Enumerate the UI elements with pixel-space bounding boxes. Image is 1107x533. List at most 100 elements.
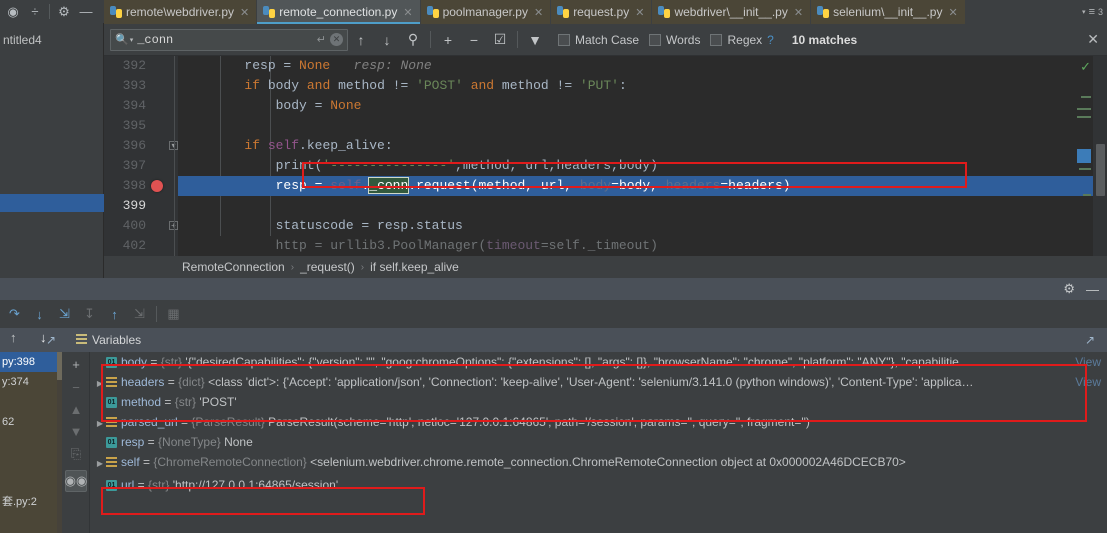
code-editor[interactable]: 392 393 394 395 396 397 398 399 400 401 … (104, 56, 1107, 256)
editor-tab-3[interactable]: request.py ✕ (551, 0, 653, 24)
frame-item-0[interactable]: py:398 (0, 352, 62, 372)
add-selection-icon[interactable]: + (435, 28, 461, 52)
variable-row-url[interactable]: 01 url = {str} 'http://127.0.0.1:64865/se… (90, 472, 1107, 494)
force-step-into-icon[interactable]: ⇲ (52, 302, 77, 326)
chevron-down-icon[interactable]: ▾ (130, 36, 134, 44)
occurrence-marker (1079, 168, 1091, 170)
editor-tab-5[interactable]: selenium\__init__.py ✕ (811, 0, 966, 24)
settings-gear-icon[interactable]: ⚙ (53, 1, 75, 22)
search-input[interactable] (137, 32, 313, 47)
breadcrumb-item-1[interactable]: _request() (300, 260, 355, 274)
close-icon[interactable]: ✕ (240, 6, 249, 19)
breadcrumb[interactable]: RemoteConnection › _request() › if self.… (104, 256, 1107, 278)
editor-scrollbar-bottom[interactable] (1093, 236, 1107, 256)
stack-up-icon[interactable]: ↑ (10, 330, 17, 345)
close-findbar-icon[interactable]: ✕ (1087, 31, 1099, 48)
stack-down-icon[interactable]: ↓ (40, 330, 47, 345)
debug-tabs-row: ↗ Variables ↗ (0, 328, 1107, 352)
next-match-icon[interactable]: ↓ (374, 28, 400, 52)
minimize-icon[interactable]: — (75, 1, 97, 22)
select-all-lines-icon[interactable]: ☑ (487, 28, 513, 52)
add-watch-icon[interactable]: + (62, 352, 90, 376)
remove-watch-icon[interactable]: − (62, 376, 90, 398)
frame-item-3[interactable]: 62 (0, 412, 62, 432)
frame-item-6[interactable] (0, 472, 62, 492)
remove-selection-icon[interactable]: − (461, 28, 487, 52)
view-link[interactable]: View (1075, 372, 1101, 392)
code-text-area[interactable]: resp = None resp: None if body and metho… (178, 56, 1107, 256)
frame-item-1[interactable]: y:374 (0, 372, 62, 392)
frame-item-5[interactable] (0, 452, 62, 472)
variable-row-parsed-url[interactable]: ▶ parsed_url = {ParseResult} ParseResult(… (90, 412, 1107, 432)
minimize-icon[interactable]: — (1086, 282, 1099, 297)
close-icon[interactable]: ✕ (794, 6, 803, 19)
variable-row-body[interactable]: 01 body = {str} '{"desiredCapabilities": … (90, 352, 1107, 372)
help-icon[interactable]: ? (767, 33, 774, 47)
expander-icon[interactable]: ▶ (94, 454, 106, 472)
line-number: 392 (122, 58, 146, 73)
show-variables-icon[interactable]: ▦ (161, 302, 186, 326)
close-icon[interactable]: ✕ (948, 6, 957, 19)
variable-row-self[interactable]: ▶ self = {ChromeRemoteConnection} <seleni… (90, 452, 1107, 472)
editor-tab-0[interactable]: remote\webdriver.py ✕ (104, 0, 258, 24)
close-icon[interactable]: ✕ (534, 6, 543, 19)
toolbar-divider (49, 4, 50, 19)
tab-variables[interactable]: Variables (68, 328, 149, 352)
tab-list-icon[interactable]: ≡ (1089, 6, 1095, 18)
words-checkbox[interactable]: Words (649, 33, 700, 47)
move-down-icon[interactable]: ▼ (62, 420, 90, 442)
clear-icon[interactable]: ✕ (330, 33, 343, 46)
frame-item-2[interactable] (0, 392, 62, 412)
pin-icon[interactable]: ↗ (46, 333, 56, 347)
editor-gutter[interactable]: 392 393 394 395 396 397 398 399 400 401 … (104, 56, 178, 256)
pin-icon-right[interactable]: ↗ (1085, 333, 1095, 347)
variables-tree[interactable]: 01 body = {str} '{"desiredCapabilities": … (90, 352, 1107, 533)
copy-icon[interactable]: ⎘ (62, 442, 90, 466)
close-icon[interactable]: ✕ (635, 6, 644, 19)
evaluate-expression-icon[interactable]: ⇲ (127, 302, 152, 326)
breakpoint-marker[interactable] (151, 180, 163, 192)
chevron-down-icon[interactable]: ▾ (1082, 8, 1086, 16)
line-number: 393 (122, 78, 146, 93)
editor-tab-2[interactable]: poolmanager.py ✕ (420, 0, 552, 24)
step-out-icon[interactable]: ↧ (77, 302, 102, 326)
breadcrumb-item-0[interactable]: RemoteConnection (182, 260, 285, 274)
variable-row-resp[interactable]: 01 resp = {NoneType} None (90, 432, 1107, 452)
frame-item-4[interactable] (0, 432, 62, 452)
expander-icon[interactable]: ▶ (94, 414, 106, 432)
breadcrumb-item-2[interactable]: if self.keep_alive (370, 260, 459, 274)
editor-tab-1[interactable]: remote_connection.py ✕ (257, 0, 421, 24)
step-over-icon[interactable]: ↷ (2, 302, 27, 326)
regex-checkbox[interactable]: Regex (710, 33, 762, 47)
structure-icon[interactable]: ◉ (2, 1, 24, 22)
editor-tab-label: remote_connection.py (279, 5, 398, 19)
code-line-398: resp = self._conn.request(method, url, b… (178, 176, 1107, 196)
settings-gear-icon[interactable]: ⚙ (1063, 281, 1075, 297)
string-var-icon: 01 (106, 437, 117, 449)
filter-icon[interactable]: ▼ (522, 28, 548, 52)
editor-tab-4[interactable]: webdriver\__init__.py ✕ (652, 0, 812, 24)
frame-item-7[interactable]: 套.py:2 (0, 492, 62, 512)
step-into-icon[interactable]: ↓ (27, 302, 52, 326)
expander-icon[interactable]: ▶ (94, 374, 106, 392)
search-field-container[interactable]: 🔍 ▾ ↵ ✕ (110, 28, 348, 51)
binoculars-icon[interactable]: ◉◉ (65, 470, 87, 492)
balance-icon[interactable]: ÷ (24, 1, 46, 22)
move-up-icon[interactable]: ▲ (62, 398, 90, 420)
python-file-icon (658, 6, 671, 18)
prev-match-icon[interactable]: ↑ (348, 28, 374, 52)
select-all-occurrences-icon[interactable]: ⚲ (400, 28, 426, 52)
gutter-divider (174, 56, 175, 256)
variable-row-method[interactable]: 01 method = {str} 'POST' (90, 392, 1107, 412)
view-link[interactable]: View (1075, 352, 1101, 372)
close-icon[interactable]: ✕ (403, 6, 412, 19)
frames-list[interactable]: py:398 y:374 62 套.py:2 (0, 352, 62, 533)
tab-overflow-group[interactable]: ▾ ≡ 3 (1082, 1, 1103, 23)
checkbox-box (710, 33, 723, 46)
editor-scrollbar[interactable]: ✓ (1080, 56, 1107, 256)
run-to-cursor-icon[interactable]: ↑ (102, 302, 127, 326)
match-case-checkbox[interactable]: Match Case (558, 33, 639, 47)
search-icon: 🔍 (115, 34, 129, 46)
editor-scrollbar-thumb[interactable] (1096, 144, 1105, 196)
variable-row-headers[interactable]: ▶ headers = {dict} <class 'dict'>: {'Acce… (90, 372, 1107, 392)
